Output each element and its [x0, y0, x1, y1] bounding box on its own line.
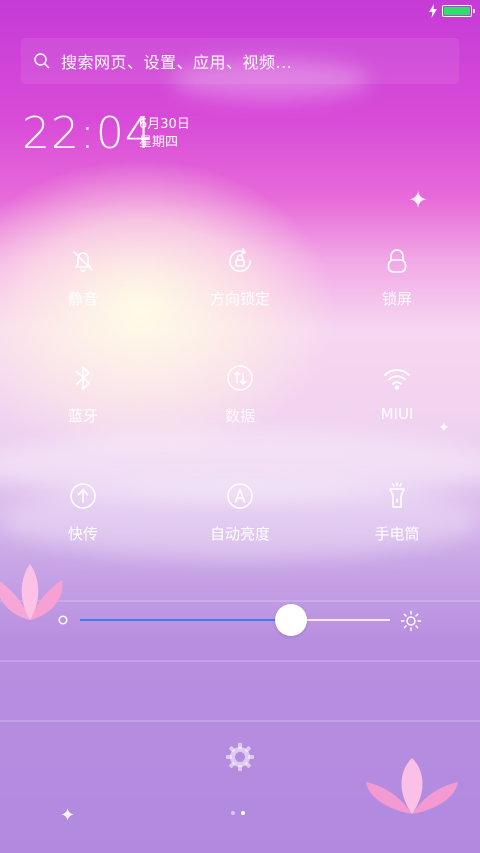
sea-wave: [0, 720, 480, 722]
search-icon: [34, 53, 50, 69]
toggle-wifi[interactable]: MIUI: [317, 355, 477, 455]
quick-toggles-grid: 静音 方向锁定 锁屏 蓝牙 数据 MIUI 快传 自动亮度 手电筒: [0, 238, 480, 556]
bluetooth-icon: [76, 366, 90, 390]
search-bar[interactable]: 搜索网页、设置、应用、视频...: [21, 38, 459, 84]
page-dot-active: [241, 811, 245, 815]
toggle-flashlight[interactable]: 手电筒: [317, 473, 477, 573]
brightness-fill: [80, 619, 291, 621]
sea-wave: [0, 660, 480, 662]
toggle-rotation-lock[interactable]: 方向锁定: [160, 238, 320, 338]
toggle-label: 蓝牙: [67, 407, 98, 425]
lotus-image: [366, 758, 458, 814]
charging-bolt-icon: [429, 4, 437, 18]
brightness-low-icon: [58, 615, 68, 625]
brightness-slider[interactable]: [56, 600, 428, 640]
toggle-label: 自动亮度: [209, 525, 270, 543]
data-icon: [227, 365, 253, 391]
lock-icon: [387, 249, 407, 273]
toggle-label: MIUI: [380, 405, 414, 423]
rotation-lock-icon: [229, 248, 251, 272]
clock-time: 22:04: [22, 108, 154, 159]
brightness-thumb[interactable]: [274, 604, 307, 636]
clock-weekday: 星期四: [139, 135, 179, 150]
sparkle-icon: ✦: [408, 186, 429, 214]
gear-icon[interactable]: [224, 741, 256, 773]
toggle-quick-share[interactable]: 快传: [3, 473, 163, 573]
battery-level: [444, 7, 470, 15]
toggle-label: 静音: [67, 290, 98, 308]
page-indicator: [231, 811, 245, 815]
toggle-auto-brightness[interactable]: 自动亮度: [160, 473, 320, 573]
toggle-mute[interactable]: 静音: [3, 238, 163, 338]
auto-brightness-icon: [227, 483, 253, 509]
toggle-label: 快传: [67, 525, 98, 543]
brightness-high-icon: [400, 610, 422, 632]
sparkle-icon: ✦: [60, 805, 76, 826]
toggle-label: 手电筒: [374, 525, 420, 543]
wifi-icon: [384, 369, 410, 390]
clock-date: 6月30日: [139, 117, 190, 132]
toggle-label: 数据: [224, 407, 255, 425]
battery-icon: [442, 5, 475, 17]
toggle-label: 锁屏: [381, 290, 412, 308]
clock-date-block: 6月30日 星期四: [139, 116, 190, 152]
status-bar: [428, 4, 475, 18]
toggle-bluetooth[interactable]: 蓝牙: [3, 355, 163, 455]
upload-icon: [70, 483, 96, 509]
toggle-lock-screen[interactable]: 锁屏: [317, 238, 477, 338]
page-dot: [231, 811, 235, 815]
search-placeholder: 搜索网页、设置、应用、视频...: [61, 53, 293, 72]
toggle-mobile-data[interactable]: 数据: [160, 355, 320, 455]
bell-off-icon: [73, 251, 93, 272]
toggle-label: 方向锁定: [209, 290, 270, 308]
flashlight-icon: [389, 482, 405, 508]
